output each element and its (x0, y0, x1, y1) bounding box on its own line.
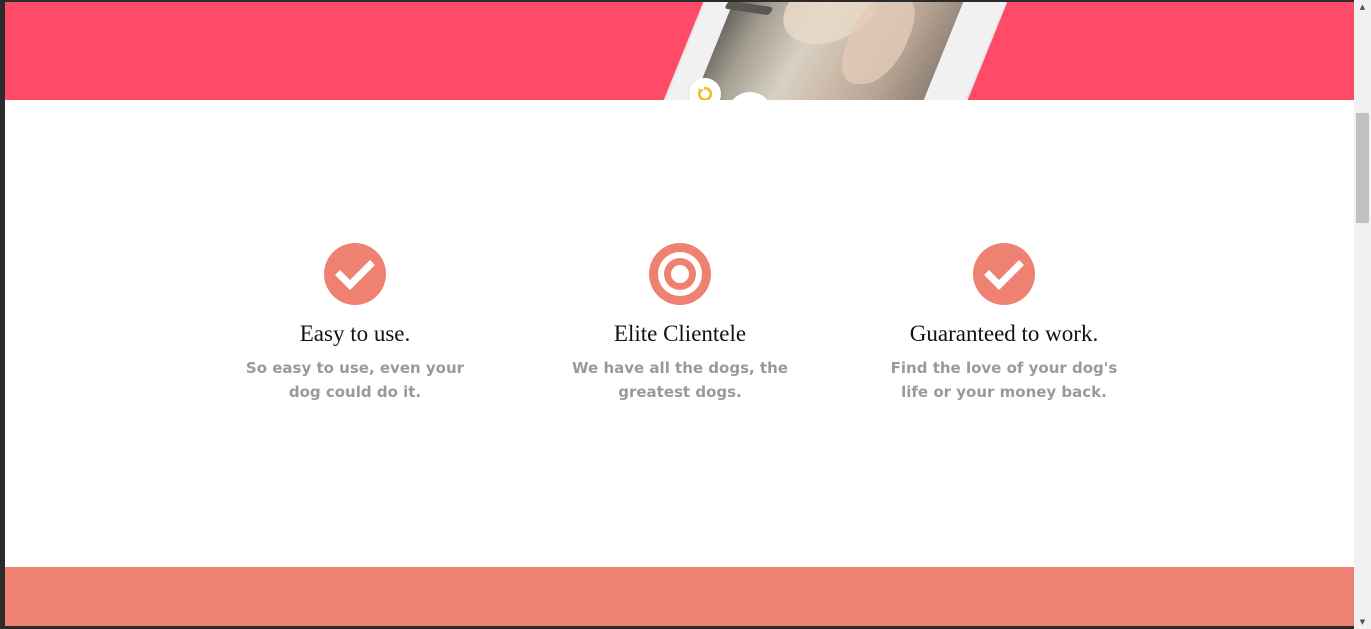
dog-photo (688, 2, 979, 100)
scroll-thumb[interactable] (1356, 113, 1369, 223)
feature-description: Find the love of your dog's life or your… (890, 359, 1118, 401)
target-icon (649, 243, 711, 305)
vertical-scrollbar[interactable]: ▲ ▼ (1354, 0, 1371, 629)
check-circle-icon (973, 243, 1035, 305)
bottom-band (5, 567, 1354, 626)
hero-band (5, 2, 1354, 100)
feature-title: Elite Clientele (613, 321, 747, 346)
feature-title: Guaranteed to work. (909, 321, 1099, 346)
check-circle-icon (324, 243, 386, 305)
scroll-up-icon[interactable]: ▲ (1354, 0, 1371, 14)
page-viewport: Easy to use. So easy to use, even your d… (5, 2, 1354, 626)
scroll-down-icon[interactable]: ▼ (1354, 615, 1371, 629)
replay-icon (697, 86, 713, 100)
feature-title: Easy to use. (299, 321, 411, 346)
phone-mockup (624, 2, 1030, 100)
features-section: Easy to use. So easy to use, even your d… (5, 100, 1354, 567)
feature-easy-to-use: Easy to use. So easy to use, even your d… (225, 242, 485, 404)
feature-guaranteed: Guaranteed to work. Find the love of you… (874, 242, 1134, 404)
feature-elite-clientele: Elite Clientele We have all the dogs, th… (550, 242, 810, 404)
feature-description: We have all the dogs, the greatest dogs. (572, 359, 788, 401)
feature-description: So easy to use, even your dog could do i… (245, 359, 465, 401)
